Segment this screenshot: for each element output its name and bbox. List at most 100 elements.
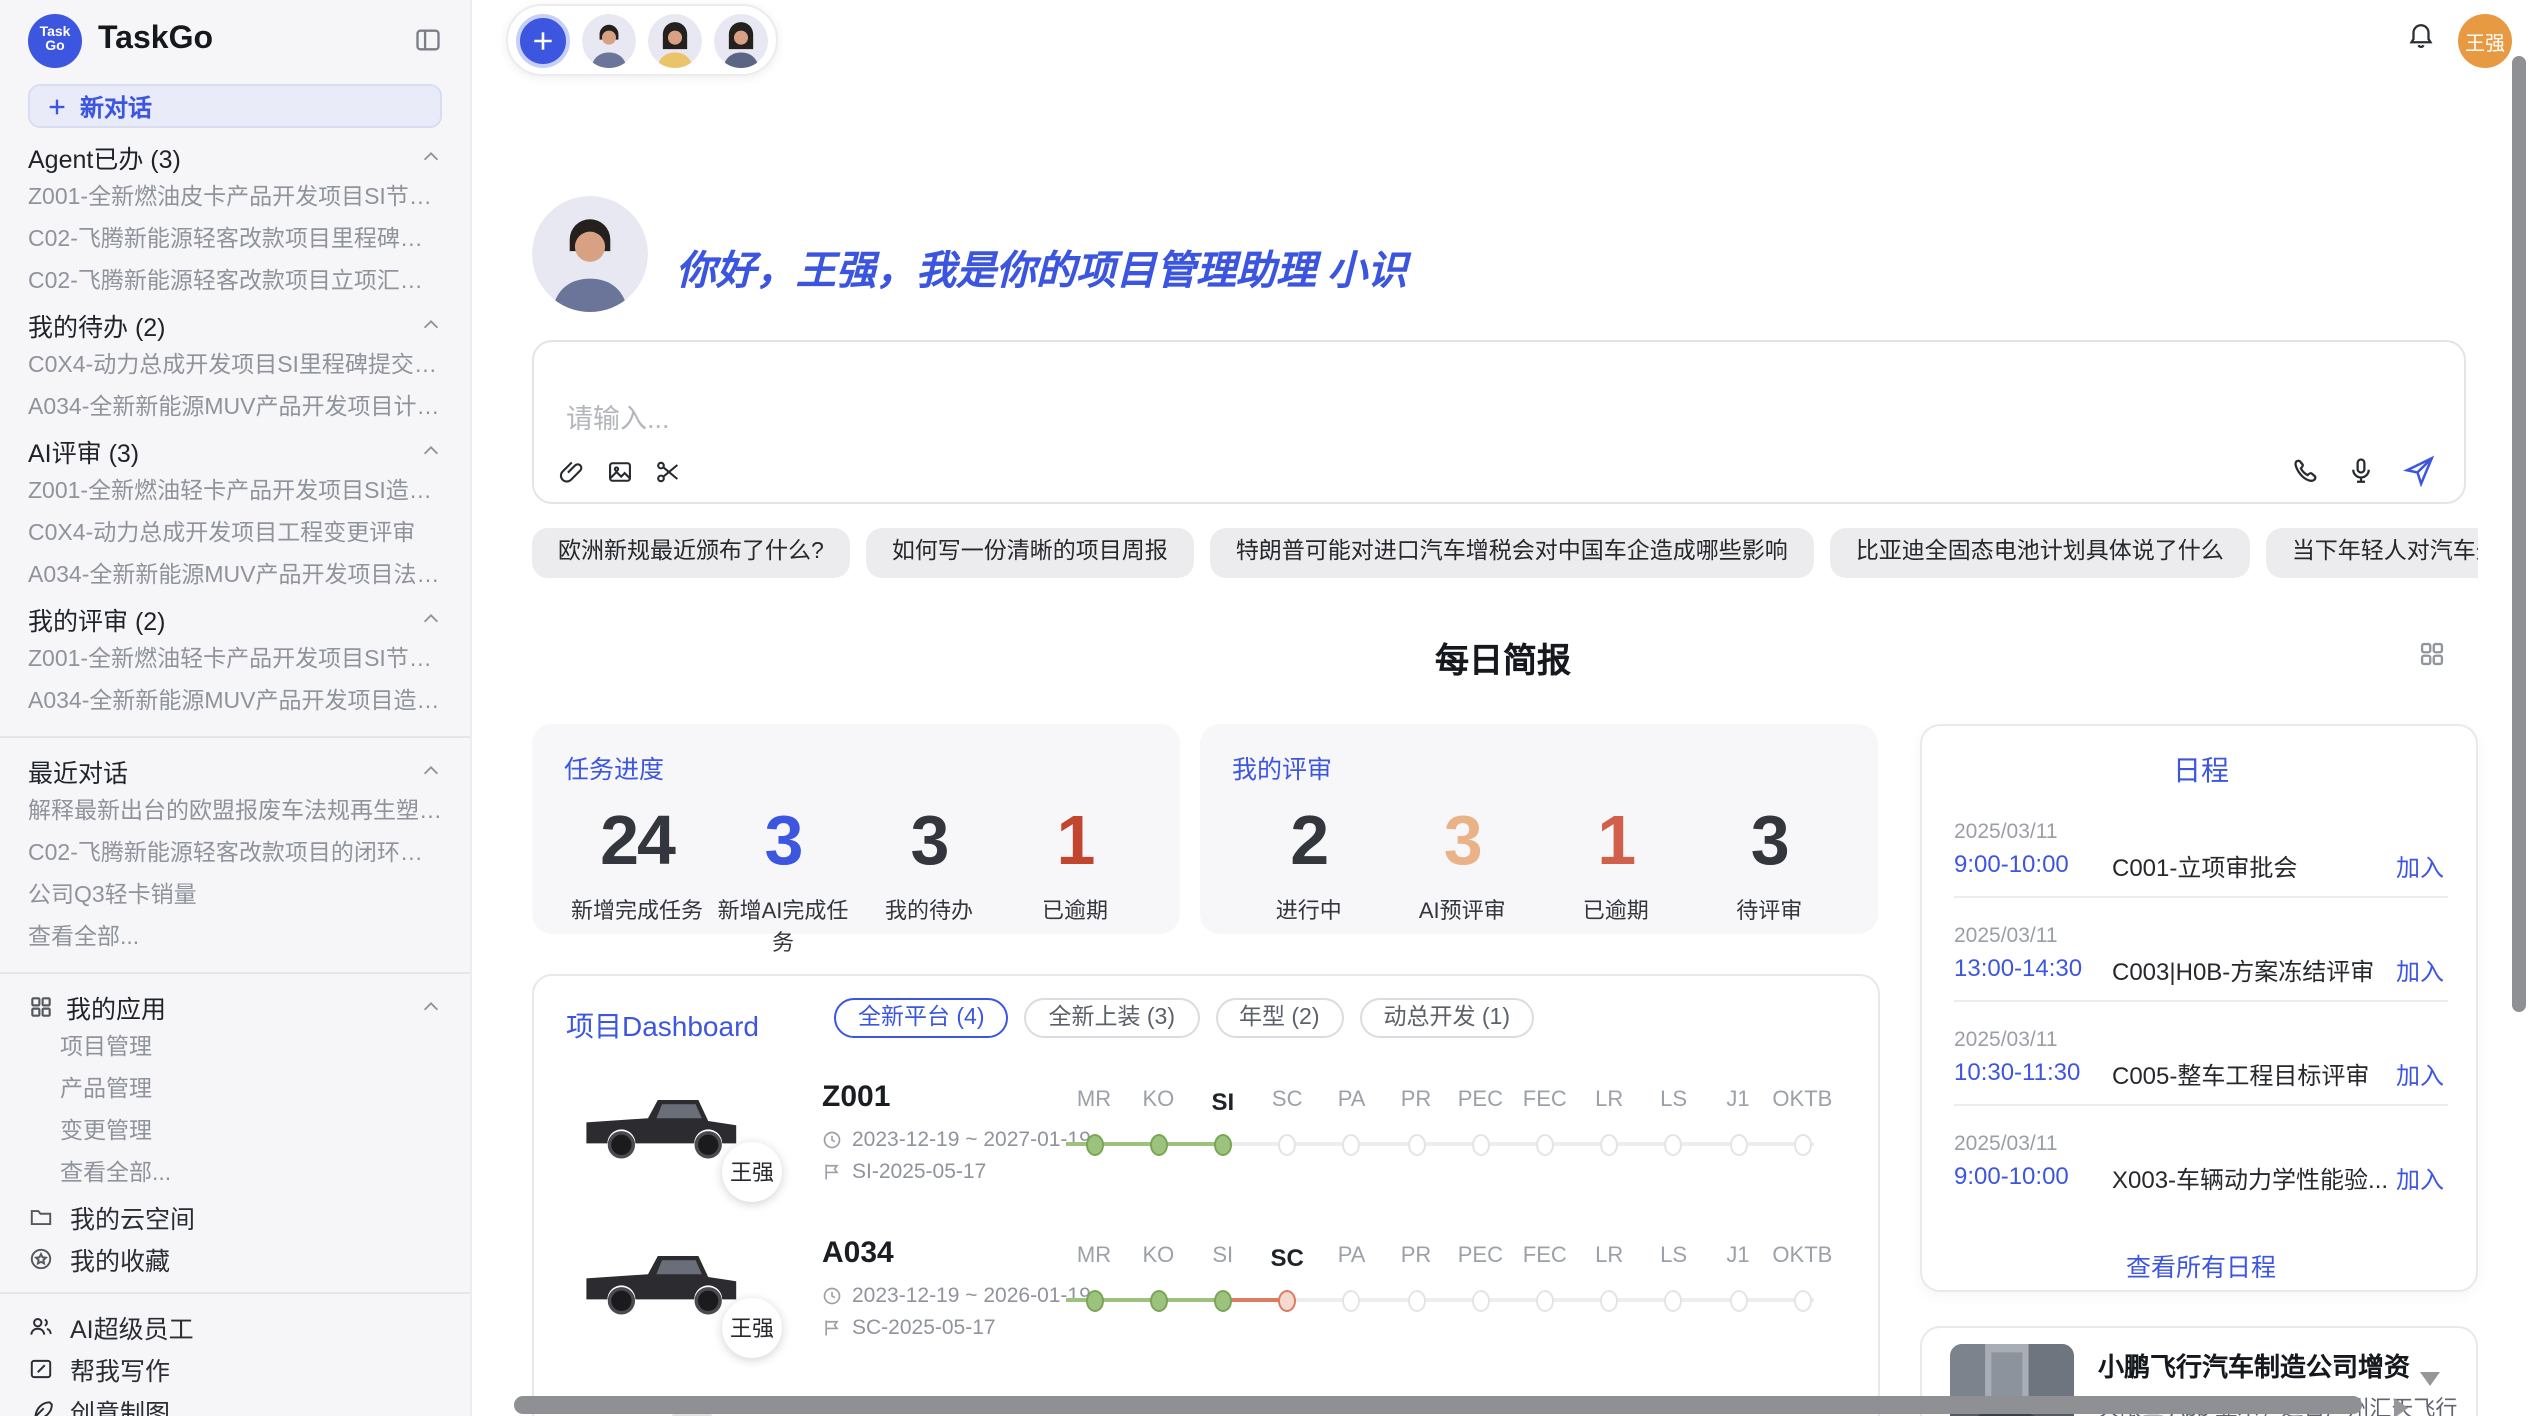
milestone-dot-PR bbox=[1407, 1133, 1425, 1155]
horizontal-scrollbar[interactable] bbox=[514, 1396, 2362, 1414]
sidebar-divider bbox=[0, 972, 470, 974]
add-agent-button[interactable] bbox=[516, 13, 570, 67]
sidebar-section-header[interactable]: Agent已办 (3) bbox=[28, 136, 442, 178]
stat: 3我的待办 bbox=[856, 802, 1002, 958]
agent-avatar-1[interactable] bbox=[582, 13, 636, 67]
chevron-up-icon bbox=[420, 760, 442, 782]
sidebar-tool-AI超级员工[interactable]: AI超级员工 bbox=[28, 1306, 442, 1348]
sidebar-item[interactable]: A034-全新新能源MUV产品开发项目法规符合性评审 bbox=[28, 556, 442, 598]
milestone-label-LR: LR bbox=[1595, 1088, 1623, 1112]
dashboard-tab[interactable]: 动总开发 (1) bbox=[1360, 998, 1535, 1038]
join-meeting-link[interactable]: 加入 bbox=[2396, 850, 2444, 884]
suggestion-chip[interactable]: 如何写一份清晰的项目周报 bbox=[866, 528, 1194, 578]
daily-briefing-title: 每日简报 bbox=[532, 632, 2474, 682]
attachment-icon[interactable] bbox=[558, 458, 586, 486]
sidebar-header: Task Go TaskGo bbox=[28, 0, 442, 80]
view-all-schedule-link[interactable]: 查看所有日程 bbox=[1922, 1246, 2480, 1284]
project-name: A034 bbox=[822, 1236, 894, 1270]
sidebar-item[interactable]: C0X4-动力总成开发项目工程变更评审 bbox=[28, 514, 442, 556]
sidebar-item[interactable]: Z001-全新燃油轻卡产品开发项目SI造型提交物评审 bbox=[28, 472, 442, 514]
sidebar-item[interactable]: 公司Q3轻卡销量 bbox=[28, 876, 442, 918]
suggestion-chip[interactable]: 比亚迪全固态电池计划具体说了什么 bbox=[1830, 528, 2250, 578]
voice-call-icon[interactable] bbox=[2290, 456, 2320, 486]
sidebar-item[interactable]: A034-全新新能源MUV产品开发项目造型可行性评审 bbox=[28, 682, 442, 724]
schedule-separator bbox=[1954, 1104, 2448, 1106]
milestone-dot-SC bbox=[1278, 1289, 1296, 1311]
project-flag: SC-2025-05-17 bbox=[822, 1316, 996, 1340]
schedule-separator bbox=[1954, 1000, 2448, 1002]
milestone-dot-J1 bbox=[1729, 1133, 1747, 1155]
new-chat-button[interactable]: 新对话 bbox=[28, 84, 442, 128]
notification-bell-icon[interactable] bbox=[2406, 18, 2436, 50]
clock-icon bbox=[822, 1286, 842, 1306]
milestone-dot-PEC bbox=[1471, 1133, 1489, 1155]
greeting-text: 你好，王强，我是你的项目管理助理 小识 bbox=[676, 238, 1407, 296]
milestone-label-PR: PR bbox=[1401, 1244, 1432, 1268]
sidebar-item[interactable]: C02-飞腾新能源轻客改款项目立项汇报方案 bbox=[28, 262, 442, 304]
sidebar-item[interactable]: 产品管理 bbox=[28, 1070, 442, 1112]
stat-card-title: 任务进度 bbox=[564, 748, 1148, 786]
schedule-time: 9:00-10:00 bbox=[1954, 850, 2069, 878]
chat-input[interactable] bbox=[562, 402, 1770, 436]
section-title: 我的待办 (2) bbox=[28, 306, 166, 344]
microphone-icon[interactable] bbox=[2346, 456, 2376, 486]
join-meeting-link[interactable]: 加入 bbox=[2396, 1162, 2444, 1196]
sidebar-section-header[interactable]: 最近对话 bbox=[28, 750, 442, 792]
dashboard-tabs: 全新平台 (4) 全新上装 (3) 年型 (2) 动总开发 (1) bbox=[834, 998, 1534, 1038]
schedule-event-title: C003|H0B-方案冻结评审 bbox=[2112, 954, 2374, 988]
sidebar-item[interactable]: 变更管理 bbox=[28, 1112, 442, 1154]
sidebar-item[interactable]: 查看全部... bbox=[28, 918, 442, 960]
section-title: 我的应用 bbox=[66, 988, 166, 1026]
sidebar-item[interactable]: C02-飞腾新能源轻客改款项目的闭环通告反馈情况 bbox=[28, 834, 442, 876]
sidebar-item[interactable]: 查看全部... bbox=[28, 1154, 442, 1196]
sidebar-section-header[interactable]: AI评审 (3) bbox=[28, 430, 442, 472]
screenshot-scissors-icon[interactable] bbox=[654, 458, 682, 486]
scroll-right-arrow[interactable] bbox=[2394, 1398, 2408, 1416]
sidebar-tool-帮我写作[interactable]: 帮我写作 bbox=[28, 1348, 442, 1390]
agent-avatar-3[interactable] bbox=[714, 13, 768, 67]
join-meeting-link[interactable]: 加入 bbox=[2396, 954, 2444, 988]
milestone-dot-MR bbox=[1085, 1133, 1103, 1155]
sidebar-item[interactable]: A034-全新新能源MUV产品开发项目计划变更表编写 bbox=[28, 388, 442, 430]
flag-icon bbox=[822, 1162, 842, 1182]
section-title: Agent已办 (3) bbox=[28, 138, 181, 176]
project-dashboard-card: 项目Dashboard 全新平台 (4)全新上装 (3)年型 (2)动总开发 (… bbox=[532, 974, 1880, 1416]
sidebar-item-我的云空间[interactable]: 我的云空间 bbox=[28, 1196, 442, 1238]
send-icon[interactable] bbox=[2402, 454, 2436, 488]
stat: 3新增AI完成任务 bbox=[710, 802, 856, 958]
briefing-layout-icon[interactable] bbox=[2418, 640, 2446, 668]
sidebar-item[interactable]: Z001-全新燃油轻卡产品开发项目SI节点属性5D文件评审 bbox=[28, 640, 442, 682]
join-meeting-link[interactable]: 加入 bbox=[2396, 1058, 2444, 1092]
agent-avatar-bar bbox=[506, 4, 778, 76]
scroll-down-arrow[interactable] bbox=[2420, 1372, 2440, 1386]
sidebar-tool-创意制图[interactable]: 创意制图 bbox=[28, 1390, 442, 1416]
milestone-dot-LR bbox=[1600, 1289, 1618, 1311]
sidebar-section-header[interactable]: 我的应用 bbox=[28, 986, 442, 1028]
vertical-scrollbar[interactable] bbox=[2512, 56, 2526, 1012]
milestone-dot-LS bbox=[1665, 1133, 1683, 1155]
dashboard-tab[interactable]: 年型 (2) bbox=[1215, 998, 1344, 1038]
logo-line1: Task bbox=[40, 25, 71, 40]
sidebar-item[interactable]: C02-飞腾新能源轻客改款项目里程碑画布 bbox=[28, 220, 442, 262]
sidebar-section-header[interactable]: 我的待办 (2) bbox=[28, 304, 442, 346]
milestone-dot-SI bbox=[1214, 1133, 1232, 1155]
sidebar-section-header[interactable]: 我的评审 (2) bbox=[28, 598, 442, 640]
sidebar-item[interactable]: 解释最新出台的欧盟报废车法规再生塑料比例被调至15%... bbox=[28, 792, 442, 834]
input-right-icons bbox=[2290, 454, 2436, 488]
sidebar-item[interactable]: Z001-全新燃油皮卡产品开发项目SI节点Lesson Learn报告 bbox=[28, 178, 442, 220]
sidebar-item[interactable]: 项目管理 bbox=[28, 1028, 442, 1070]
suggestion-chips: 欧洲新规最近颁布了什么? 如何写一份清晰的项目周报特朗普可能对进口汽车增税会对中国… bbox=[532, 528, 2478, 578]
suggestion-chip[interactable]: 欧洲新规最近颁布了什么? bbox=[532, 528, 850, 578]
agent-avatar-2[interactable] bbox=[648, 13, 702, 67]
schedule-date: 2025/03/11 bbox=[1954, 924, 2058, 948]
collapse-sidebar-icon[interactable] bbox=[414, 26, 442, 54]
dashboard-tab[interactable]: 全新上装 (3) bbox=[1025, 998, 1200, 1038]
sidebar-item[interactable]: C0X4-动力总成开发项目SI里程碑提交物检查 bbox=[28, 346, 442, 388]
sidebar-item-我的收藏[interactable]: 我的收藏 bbox=[28, 1238, 442, 1280]
image-upload-icon[interactable] bbox=[606, 458, 634, 486]
suggestion-chip[interactable]: 特朗普可能对进口汽车增税会对中国车企造成哪些影响 bbox=[1210, 528, 1814, 578]
dashboard-tab[interactable]: 全新平台 (4) bbox=[834, 998, 1009, 1038]
user-avatar[interactable]: 王强 bbox=[2458, 14, 2512, 68]
suggestion-chip[interactable]: 当下年轻人对汽车外观有怎样的喜好趋势 bbox=[2266, 528, 2478, 578]
stat-label: 我的待办 bbox=[856, 894, 1002, 926]
